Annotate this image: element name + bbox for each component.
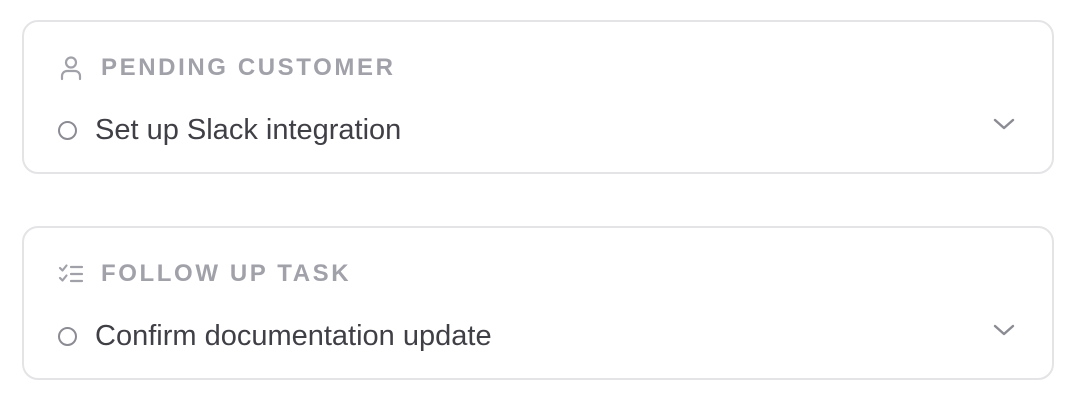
user-icon bbox=[58, 55, 84, 81]
card-header: FOLLOW UP TASK bbox=[58, 257, 351, 291]
task-row: Confirm documentation update bbox=[56, 316, 1020, 356]
chevron-down-icon[interactable] bbox=[990, 316, 1018, 344]
task-status-circle-icon[interactable] bbox=[58, 120, 77, 140]
task-title: Set up Slack integration bbox=[95, 113, 402, 146]
task-card-pending-customer[interactable]: PENDING CUSTOMER Set up Slack integratio… bbox=[22, 20, 1054, 174]
task-row: Set up Slack integration bbox=[56, 110, 1020, 150]
task-status-circle-icon[interactable] bbox=[58, 326, 77, 346]
card-category-label: PENDING CUSTOMER bbox=[101, 54, 396, 81]
task-title: Confirm documentation update bbox=[95, 319, 492, 352]
card-category-label: FOLLOW UP TASK bbox=[101, 260, 352, 287]
card-header: PENDING CUSTOMER bbox=[58, 51, 396, 85]
task-card-follow-up-task[interactable]: FOLLOW UP TASK Confirm documentation upd… bbox=[22, 226, 1054, 380]
checklist-icon bbox=[58, 261, 84, 287]
chevron-down-icon[interactable] bbox=[990, 110, 1018, 138]
